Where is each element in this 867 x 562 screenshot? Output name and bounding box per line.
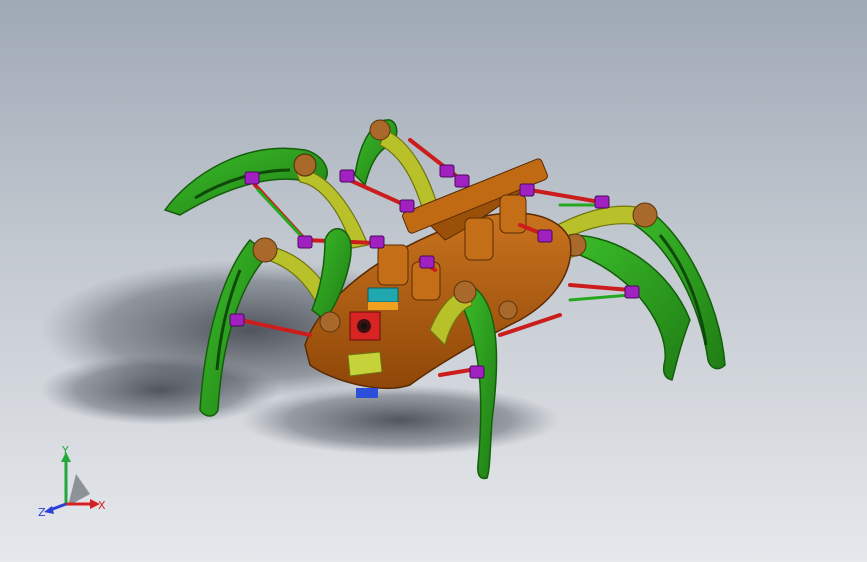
3d-viewport[interactable]: Y X Z bbox=[0, 0, 867, 562]
camera-module[interactable] bbox=[349, 311, 381, 341]
triad-x-label: X bbox=[98, 499, 106, 512]
triad-z-label: Z bbox=[38, 506, 46, 519]
triad-y-label: Y bbox=[61, 446, 69, 457]
triad-plane-shading bbox=[68, 474, 90, 506]
joint-knee-right-back bbox=[632, 202, 658, 228]
joint-knee-left-front bbox=[252, 237, 278, 263]
joint-knee-back-center bbox=[369, 119, 391, 141]
spider-robot-model[interactable] bbox=[0, 0, 867, 562]
joint-knee-front-center-right bbox=[453, 280, 477, 304]
sensor-block bbox=[367, 287, 399, 310]
joint-knee-back-left bbox=[293, 153, 317, 177]
coordinate-triad: Y X Z bbox=[38, 446, 106, 519]
